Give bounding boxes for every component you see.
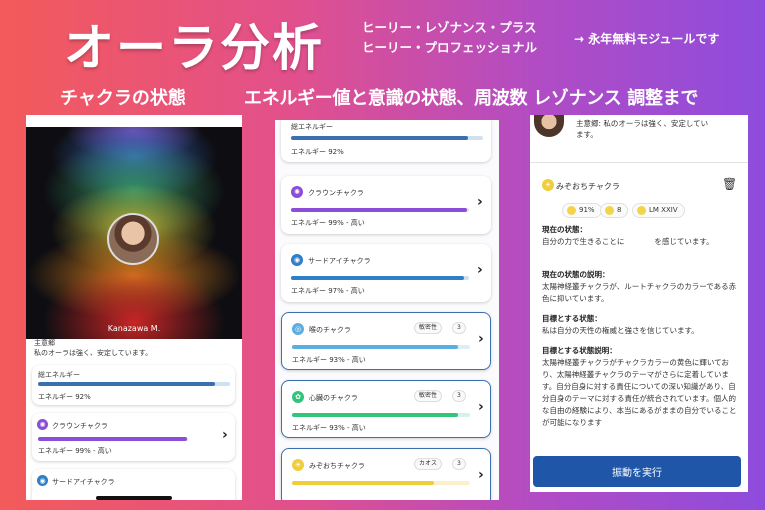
page-title: オーラ分析 bbox=[64, 19, 324, 77]
crown-chakra-icon: ✺ bbox=[291, 186, 303, 198]
solar-plexus-chakra-icon: ☀ bbox=[292, 459, 304, 471]
chevron-right-icon: › bbox=[478, 467, 484, 483]
goal-text: 私は自分の天性の権威と強さを信じています。 bbox=[542, 326, 699, 335]
total-energy-card[interactable]: 総エネルギー エネルギー 92% bbox=[32, 365, 235, 405]
crown-chakra-bar bbox=[291, 208, 469, 212]
total-energy-card[interactable]: 総エネルギー エネルギー 92% bbox=[281, 120, 491, 162]
sun-icon bbox=[637, 206, 646, 215]
solar-plexus-chakra-label: みぞおちチャクラ bbox=[309, 462, 365, 470]
current-state-text: 自分の力で生きることに を感じています。 bbox=[542, 237, 714, 246]
third-eye-chakra-card[interactable]: ◉ サードアイチャクラ エネルギー 97% - 高い › bbox=[281, 244, 491, 302]
run-vibration-button[interactable]: 振動を実行 bbox=[533, 456, 741, 487]
heart-chakra-energy: エネルギー 93% - 高い bbox=[292, 424, 366, 432]
current-desc-text: 太陽神経叢チャクラが、ルートチャクラのカラーである赤色に抑いています。 bbox=[542, 282, 737, 303]
total-energy-bar bbox=[38, 382, 230, 386]
chaos-badge: カオス bbox=[414, 458, 443, 470]
crown-chakra-card[interactable]: ✺ クラウンチャクラ エネルギー 99% - 高い › bbox=[32, 413, 235, 461]
crown-chakra-bar bbox=[38, 437, 188, 441]
main-intention-line-2: ます。 bbox=[576, 130, 598, 139]
third-eye-chakra-energy: エネルギー 97% - 高い bbox=[291, 287, 365, 295]
count-badge: 3 bbox=[452, 458, 466, 470]
crown-chakra-label: クラウンチャクラ bbox=[308, 189, 364, 197]
crown-chakra-label: クラウンチャクラ bbox=[52, 422, 108, 430]
throat-chakra-label: 喉のチャクラ bbox=[309, 326, 351, 334]
user-name: Kanazawa M. bbox=[107, 324, 161, 333]
chevron-right-icon: › bbox=[477, 194, 483, 210]
throat-chakra-energy: エネルギー 93% - 高い bbox=[292, 356, 366, 364]
third-eye-chakra-bar bbox=[291, 276, 469, 280]
divider bbox=[530, 162, 748, 163]
sun-icon bbox=[605, 206, 614, 215]
phone-chakra-detail: 主意郷: 私のオーラは強く、安定してい ます。 ☀ みぞおちチャクラ 🗑 91%… bbox=[530, 115, 748, 492]
chevron-right-icon: › bbox=[478, 399, 484, 415]
third-eye-chakra-label: サードアイチャクラ bbox=[308, 257, 371, 265]
heart-chakra-icon: ✿ bbox=[292, 391, 304, 403]
total-energy-label: 総エネルギー bbox=[291, 123, 333, 131]
free-module-note: → 永年無料モジュールです bbox=[574, 32, 720, 46]
throat-chakra-icon: ◎ bbox=[292, 323, 304, 335]
user-avatar bbox=[534, 115, 564, 137]
solar-plexus-chakra-icon: ☀ bbox=[542, 179, 554, 191]
main-intention-label: 主意郷 bbox=[34, 339, 55, 347]
throat-chakra-bar bbox=[292, 345, 470, 349]
third-eye-chakra-icon: ◉ bbox=[37, 475, 48, 486]
aura-image: Kanazawa M. bbox=[26, 127, 242, 339]
crown-chakra-energy: エネルギー 99% - 高い bbox=[38, 447, 112, 455]
heart-chakra-card[interactable]: ✿ 心臓のチャクラ 敏密性 3 エネルギー 93% - 高い › bbox=[281, 380, 491, 438]
chevron-right-icon: › bbox=[222, 427, 228, 443]
solar-plexus-chakra-bar bbox=[292, 481, 470, 485]
product-resonance-plus: ヒーリー・レゾナンス・プラス bbox=[362, 20, 537, 35]
total-energy-value: エネルギー 92% bbox=[38, 393, 91, 401]
goal-desc-label: 目標とする状態説明： bbox=[542, 346, 617, 355]
current-desc-label: 現在の状態の説明： bbox=[542, 270, 610, 279]
phone-chakra-list: 総エネルギー エネルギー 92% ✺ クラウンチャクラ エネルギー 99% - … bbox=[275, 120, 499, 500]
subtitle-energy-consciousness: エネルギー値と意識の状態、周波数 レゾナンス 調整まで bbox=[244, 88, 699, 109]
energy-stat-value: 91% bbox=[579, 206, 595, 214]
home-indicator bbox=[96, 496, 172, 500]
trash-icon[interactable]: 🗑 bbox=[722, 177, 737, 191]
goal-desc-text: 太陽神経叢チャクラがチャクラカラーの黄色に輝いており、太陽神経叢チャクラのテーマ… bbox=[542, 358, 737, 427]
crown-chakra-card[interactable]: ✺ クラウンチャクラ エネルギー 99% - 高い › bbox=[281, 176, 491, 234]
third-eye-chakra-icon: ◉ bbox=[291, 254, 303, 266]
goal-label: 目標とする状態： bbox=[542, 314, 602, 323]
current-state-label: 現在の状態： bbox=[542, 225, 587, 234]
user-avatar bbox=[107, 213, 159, 265]
energy-stat-pill: 91% bbox=[562, 203, 602, 218]
total-energy-value: エネルギー 92% bbox=[291, 148, 344, 156]
count-badge: 3 bbox=[452, 390, 466, 402]
product-list: ヒーリー・レゾナンス・プラス ヒーリー・プロフェッショナル bbox=[362, 18, 537, 58]
chakra-title: みぞおちチャクラ bbox=[556, 182, 620, 191]
subtitle-chakra-state: チャクラの状態 bbox=[60, 88, 186, 109]
coherence-badge: 敏密性 bbox=[414, 322, 443, 334]
total-energy-label: 総エネルギー bbox=[38, 371, 80, 379]
level-stat-pill: 8 bbox=[600, 203, 629, 218]
crown-chakra-energy: エネルギー 99% - 高い bbox=[291, 219, 365, 227]
solar-plexus-chakra-card[interactable]: ☀ みぞおちチャクラ カオス 3 › bbox=[281, 448, 491, 500]
main-intention-text: 主意郷: 私のオーラは強く、安定してい ます。 bbox=[576, 118, 708, 140]
main-intention-text: 私のオーラは強く、安定しています。 bbox=[34, 349, 153, 357]
level-stat-value: 8 bbox=[617, 206, 622, 214]
crown-chakra-icon: ✺ bbox=[37, 419, 48, 430]
throat-chakra-card[interactable]: ◎ 喉のチャクラ 敏密性 3 エネルギー 93% - 高い › bbox=[281, 312, 491, 370]
sun-icon bbox=[567, 206, 576, 215]
main-intention-line-1: 主意郷: 私のオーラは強く、安定してい bbox=[576, 119, 709, 128]
chevron-right-icon: › bbox=[477, 262, 483, 278]
phone-aura-screen: Kanazawa M. 主意郷 私のオーラは強く、安定しています。 総エネルギー… bbox=[26, 115, 242, 500]
heart-chakra-bar bbox=[292, 413, 470, 417]
heart-chakra-label: 心臓のチャクラ bbox=[309, 394, 358, 402]
chevron-right-icon: › bbox=[478, 331, 484, 347]
frequency-stat-value: LM XXIV bbox=[649, 206, 678, 214]
count-badge: 3 bbox=[452, 322, 466, 334]
product-professional: ヒーリー・プロフェッショナル bbox=[362, 40, 538, 55]
third-eye-chakra-label: サードアイチャクラ bbox=[52, 478, 115, 486]
coherence-badge: 敏密性 bbox=[414, 390, 443, 402]
total-energy-bar bbox=[291, 136, 483, 140]
frequency-stat-pill: LM XXIV bbox=[632, 203, 685, 218]
